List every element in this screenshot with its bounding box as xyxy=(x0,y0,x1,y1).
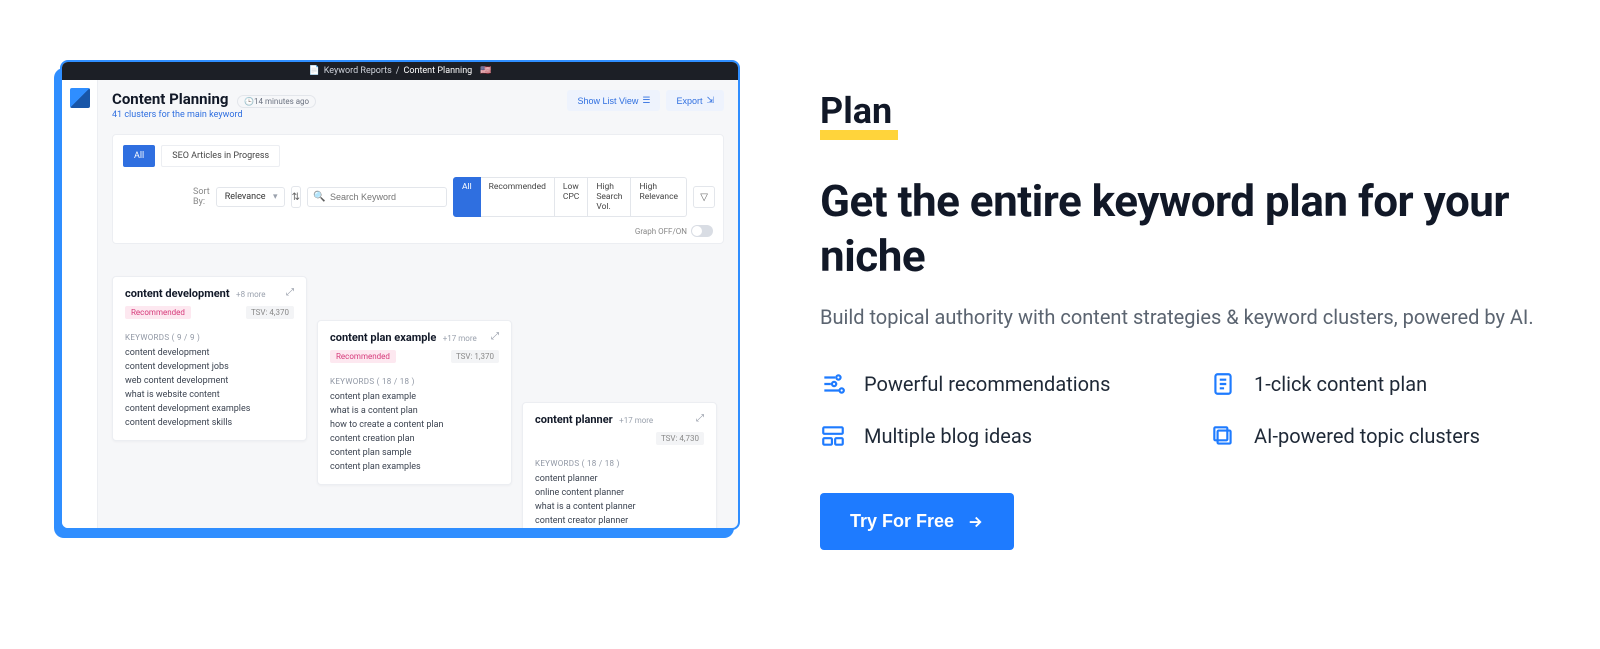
keyword-item[interactable]: content plan examples xyxy=(330,462,499,472)
tsv-badge: TSV: 4,730 xyxy=(656,432,704,445)
keyword-item[interactable]: content development skills xyxy=(125,418,294,428)
keyword-item[interactable]: what is website content xyxy=(125,390,294,400)
filter-chips: All Recommended Low CPC High Search Vol.… xyxy=(453,177,687,217)
flag-icon: 🇺🇸 xyxy=(480,66,491,76)
section-lead: Build topical authority with content str… xyxy=(820,302,1540,333)
toggle-switch-icon[interactable] xyxy=(691,225,713,237)
keyword-item[interactable]: content development xyxy=(125,348,294,358)
chip-low-cpc[interactable]: Low CPC xyxy=(555,177,588,217)
app-titlebar: 📄 Keyword Reports / Content Planning 🇺🇸 xyxy=(62,62,738,80)
document-icon xyxy=(1210,371,1236,397)
keyword-item[interactable]: web content development xyxy=(125,376,294,386)
feature-item: 1-click content plan xyxy=(1210,371,1540,397)
section-eyebrow: Plan xyxy=(820,90,892,138)
tab-articles-in-progress[interactable]: SEO Articles in Progress xyxy=(161,145,280,167)
keyword-item[interactable]: content planner xyxy=(535,474,704,484)
keywords-header: KEYWORDS ( 18 / 18 ) xyxy=(330,377,499,386)
page-title: Content Planning xyxy=(112,90,229,108)
cluster-more: +8 more xyxy=(236,290,265,299)
cluster-title: content development xyxy=(125,287,230,300)
chip-recommended[interactable]: Recommended xyxy=(481,177,555,217)
expand-icon[interactable]: ⤢ xyxy=(696,413,704,424)
marketing-section: Plan Get the entire keyword plan for you… xyxy=(820,60,1540,550)
keyword-item[interactable]: content plan sample xyxy=(330,448,499,458)
cluster-card[interactable]: ⤢ content development +8 more Recommende… xyxy=(112,276,307,441)
sort-by-label: Sort By: xyxy=(193,187,210,207)
sliders-icon xyxy=(820,371,846,397)
arrow-right-icon xyxy=(966,513,984,531)
clusters-canvas: ⤢ content development +8 more Recommende… xyxy=(112,262,724,528)
cluster-more: +17 more xyxy=(443,334,477,343)
export-icon: ⇲ xyxy=(706,95,714,106)
expand-icon[interactable]: ⤢ xyxy=(491,331,499,342)
expand-icon[interactable]: ⤢ xyxy=(286,287,294,298)
side-rail xyxy=(62,80,98,528)
tsv-badge: TSV: 4,370 xyxy=(246,306,294,319)
keyword-item[interactable]: content plan example xyxy=(330,392,499,402)
breadcrumb-parent[interactable]: Keyword Reports xyxy=(324,66,392,76)
layout-icon xyxy=(820,423,846,449)
feature-item: Multiple blog ideas xyxy=(820,423,1150,449)
feature-item: Powerful recommendations xyxy=(820,371,1150,397)
clusters-subtitle: 41 clusters for the main keyword xyxy=(112,110,316,120)
search-input[interactable] xyxy=(307,187,447,207)
sort-select[interactable]: Relevance ▾ xyxy=(216,187,285,207)
graph-toggle[interactable]: Graph OFF/ON xyxy=(635,225,713,237)
cluster-title: content planner xyxy=(535,413,613,426)
keyword-item[interactable]: content creation plan xyxy=(330,434,499,444)
keyword-item[interactable]: online content planner xyxy=(535,488,704,498)
section-headline: Get the entire keyword plan for your nic… xyxy=(820,174,1540,284)
show-list-view-button[interactable]: Show List View☰ xyxy=(567,90,660,111)
sort-direction-button[interactable]: ⇅ xyxy=(291,186,301,208)
tsv-badge: TSV: 1,370 xyxy=(451,350,499,363)
keywords-header: KEYWORDS ( 9 / 9 ) xyxy=(125,333,294,342)
keyword-item[interactable]: content development examples xyxy=(125,404,294,414)
keyword-item[interactable]: what is a content planner xyxy=(535,502,704,512)
keywords-header: KEYWORDS ( 18 / 18 ) xyxy=(535,459,704,468)
age-badge: 🕒 14 minutes ago xyxy=(237,95,316,108)
chip-high-relevance[interactable]: High Relevance xyxy=(631,177,687,217)
filters-panel: All SEO Articles in Progress Sort By: Re… xyxy=(112,134,724,244)
feature-grid: Powerful recommendations 1-click content… xyxy=(820,371,1540,449)
feature-item: AI-powered topic clusters xyxy=(1210,423,1540,449)
app-logo-icon[interactable] xyxy=(70,88,90,108)
keyword-item[interactable]: how to create a content plan xyxy=(330,420,499,430)
app-screenshot: 📄 Keyword Reports / Content Planning 🇺🇸 … xyxy=(60,60,740,530)
recommended-badge: Recommended xyxy=(330,350,396,363)
cluster-more: +17 more xyxy=(619,416,653,425)
try-for-free-button[interactable]: Try For Free xyxy=(820,493,1014,550)
doc-icon: 📄 xyxy=(309,66,320,76)
list-icon: ☰ xyxy=(642,95,650,106)
chevron-down-icon: ▾ xyxy=(273,192,278,202)
chip-high-search-vol[interactable]: High Search Vol. xyxy=(588,177,631,217)
cluster-card[interactable]: ⤢ content plan example +17 more Recommen… xyxy=(317,320,512,485)
keyword-item[interactable]: what is a content plan xyxy=(330,406,499,416)
recommended-badge: Recommended xyxy=(125,306,191,319)
keyword-item[interactable]: content development jobs xyxy=(125,362,294,372)
cluster-title: content plan example xyxy=(330,331,436,344)
chip-all[interactable]: All xyxy=(453,177,481,217)
export-button[interactable]: Export⇲ xyxy=(666,90,724,111)
breadcrumb-current[interactable]: Content Planning xyxy=(404,66,473,76)
tab-all[interactable]: All xyxy=(123,145,155,167)
cluster-card[interactable]: ⤢ content planner +17 more TSV: 4,730 KE… xyxy=(522,402,717,528)
search-icon: 🔍 xyxy=(313,192,325,203)
keyword-item[interactable]: content creator planner xyxy=(535,516,704,526)
layers-icon xyxy=(1210,423,1236,449)
filter-icon-button[interactable]: ▽ xyxy=(693,186,715,208)
